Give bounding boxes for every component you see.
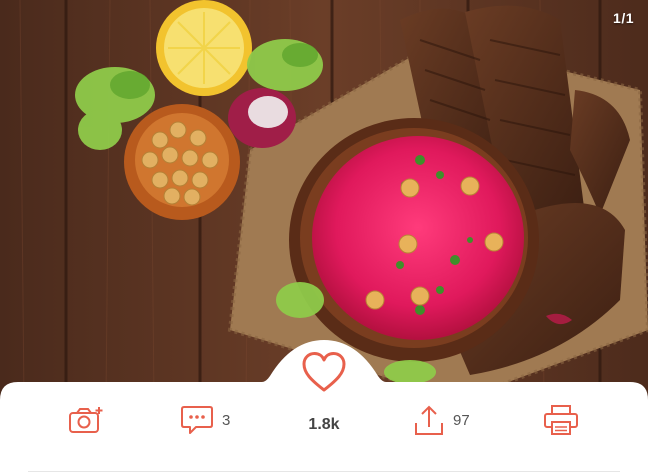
comment-icon [181, 406, 213, 434]
comments-count: 3 [222, 411, 231, 429]
heart-icon [302, 352, 346, 392]
camera-plus-icon [69, 407, 103, 433]
add-photo-button[interactable] [68, 400, 104, 440]
photo-viewer: 1/1 1.8k 3 97 [0, 0, 648, 474]
shares-count: 97 [453, 411, 470, 429]
like-button[interactable] [298, 348, 350, 396]
food-photo: 1/1 [0, 0, 648, 400]
print-button[interactable] [543, 400, 579, 440]
share-icon [415, 405, 443, 435]
comments-button[interactable]: 3 [180, 400, 230, 440]
printer-icon [544, 405, 578, 435]
share-button[interactable]: 97 [413, 400, 470, 440]
likes-count: 1.8k [308, 416, 340, 433]
image-counter: 1/1 [613, 10, 634, 26]
divider [28, 471, 620, 472]
